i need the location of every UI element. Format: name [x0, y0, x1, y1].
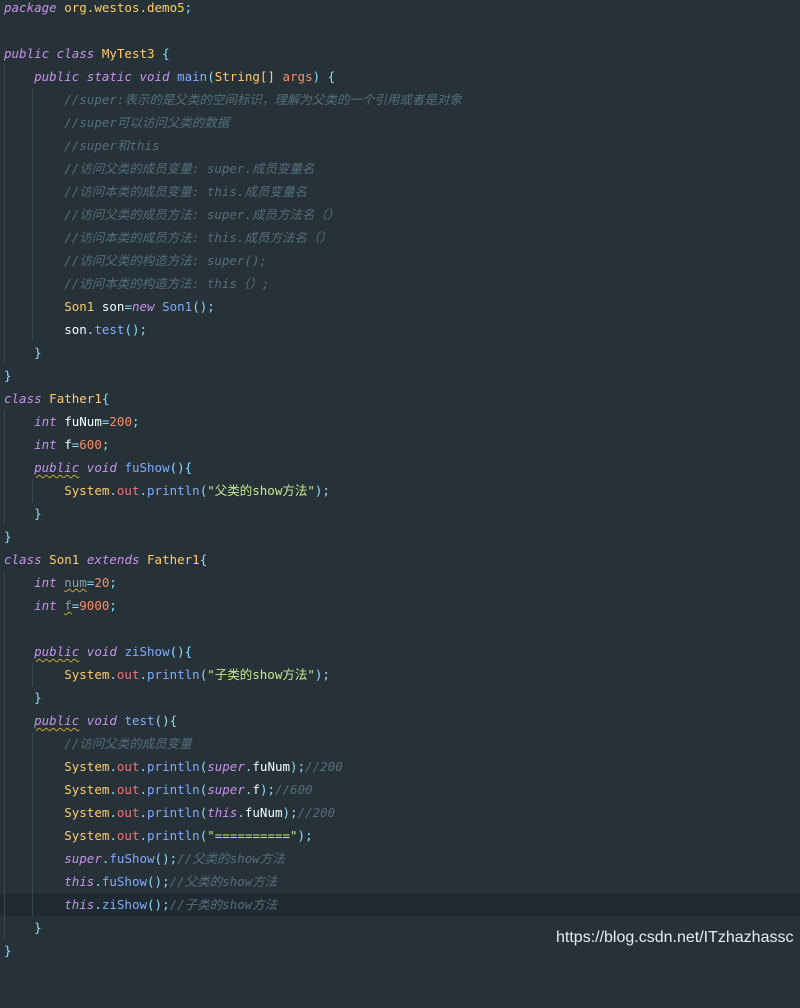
- code-line: System.out.println(super.f);//600: [0, 778, 800, 801]
- comment: //访问父类的构造方法: super();: [64, 253, 268, 268]
- comment: //super和this: [64, 138, 160, 153]
- code-line: //访问本类的成员方法: this.成员方法名（）: [0, 226, 800, 249]
- code-line: int fuNum=200;: [0, 410, 800, 433]
- code-line: //访问父类的成员方法: super.成员方法名（）: [0, 203, 800, 226]
- comment: //访问父类的成员变量: [64, 736, 192, 751]
- code-line: //super和this: [0, 134, 800, 157]
- code-line: Son1 son=new Son1();: [0, 295, 800, 318]
- method-name: fuShow: [124, 460, 170, 475]
- method-name: main: [177, 69, 208, 84]
- code-line: System.out.println("==========");: [0, 824, 800, 847]
- method-name: ziShow: [124, 644, 170, 659]
- code-line: //访问父类的成员变量: super.成员变量名: [0, 157, 800, 180]
- code-line: class Father1{: [4, 391, 110, 406]
- code-line: }: [4, 529, 12, 544]
- class-name: Father1: [49, 391, 102, 406]
- code-line: public static void main(String[] args) {: [0, 65, 800, 88]
- package-name: org.westos.demo5: [64, 0, 185, 15]
- code-line: //super:表示的是父类的空间标识，理解为父类的一个引用或者是对象: [0, 88, 800, 111]
- code-line: super.fuShow();//父类的show方法: [0, 847, 800, 870]
- code-line: class Son1 extends Father1{: [4, 552, 208, 567]
- string-literal: "子类的show方法": [207, 667, 315, 682]
- comment: //访问本类的构造方法: this（）;: [64, 276, 270, 291]
- watermark: https://blog.csdn.net/ITzhazhassc: [556, 929, 794, 946]
- code-line: }: [4, 368, 12, 383]
- code-line: public class MyTest3 {: [4, 46, 170, 61]
- comment: //访问本类的成员方法: this.成员方法名（）: [64, 230, 332, 245]
- code-line: //super可以访问父类的数据: [0, 111, 800, 134]
- class-name: MyTest3: [101, 46, 155, 61]
- code-line: int f=9000;: [0, 594, 800, 617]
- comment: //super:表示的是父类的空间标识，理解为父类的一个引用或者是对象: [64, 92, 462, 107]
- code-line: [0, 617, 800, 640]
- code-line: package org.westos.demo5;: [4, 0, 193, 15]
- class-name: Son1: [49, 552, 80, 567]
- code-line: int num=20;: [0, 571, 800, 594]
- code-line: this.fuShow();//父类的show方法: [0, 870, 800, 893]
- code-line: System.out.println("子类的show方法");: [0, 663, 800, 686]
- code-line: public void fuShow(){: [0, 456, 800, 479]
- code-line: int f=600;: [0, 433, 800, 456]
- code-editor[interactable]: package org.westos.demo5; public class M…: [0, 0, 800, 959]
- comment: //访问父类的成员方法: super.成员方法名（）: [64, 207, 340, 222]
- comment: //访问本类的成员变量: this.成员变量名: [64, 184, 307, 199]
- code-line: public void ziShow(){: [0, 640, 800, 663]
- code-line: //访问本类的成员变量: this.成员变量名: [0, 180, 800, 203]
- code-line: System.out.println(this.fuNum);//200: [0, 801, 800, 824]
- code-line: //访问父类的成员变量: [0, 732, 800, 755]
- code-line: }: [0, 341, 800, 364]
- comment: //访问父类的成员变量: super.成员变量名: [64, 161, 315, 176]
- code-line: public void test(){: [0, 709, 800, 732]
- code-line: }: [0, 502, 800, 525]
- comment: //super可以访问父类的数据: [64, 115, 230, 130]
- code-line: }: [0, 686, 800, 709]
- method-name: test: [124, 713, 155, 728]
- code-line: System.out.println(super.fuNum);//200: [0, 755, 800, 778]
- string-literal: "父类的show方法": [207, 483, 315, 498]
- code-line: son.test();: [0, 318, 800, 341]
- keyword: package: [4, 0, 57, 15]
- code-line: //访问父类的构造方法: super();: [0, 249, 800, 272]
- current-line[interactable]: this.ziShow();//子类的show方法: [0, 893, 800, 916]
- code-line: System.out.println("父类的show方法");: [0, 479, 800, 502]
- string-literal: "==========": [207, 828, 298, 843]
- code-line: //访问本类的构造方法: this（）;: [0, 272, 800, 295]
